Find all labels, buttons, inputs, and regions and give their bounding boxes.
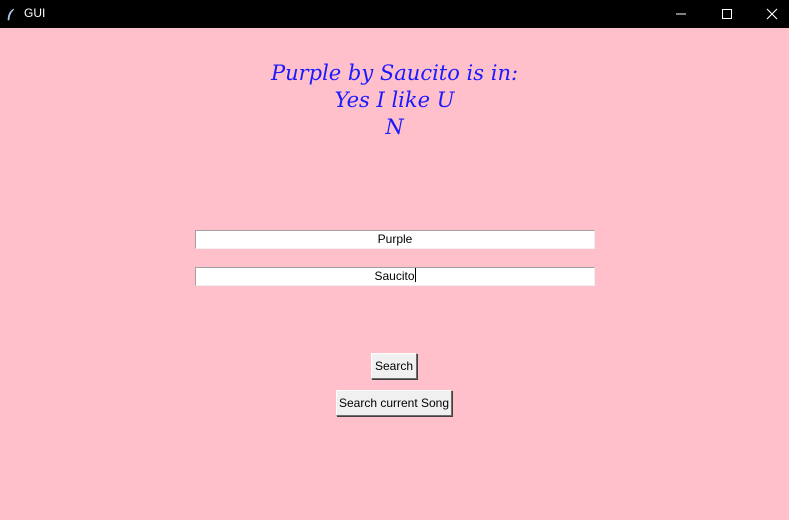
result-line-1: Purple by Saucito is in:: [270, 61, 519, 85]
maximize-icon: [721, 8, 733, 20]
result-line-2: Yes I like U: [334, 88, 455, 112]
artist-input[interactable]: Saucito: [195, 267, 595, 286]
result-label: Purple by Saucito is in: Yes I like U N: [0, 60, 789, 141]
close-button[interactable]: [749, 0, 789, 28]
song-input[interactable]: Purple: [195, 230, 595, 249]
title-bar[interactable]: GUI: [0, 0, 789, 28]
feather-icon: [6, 7, 16, 21]
close-icon: [766, 8, 778, 20]
search-current-song-button[interactable]: Search current Song: [336, 390, 452, 416]
maximize-button[interactable]: [704, 0, 750, 28]
text-caret: [414, 268, 416, 282]
artist-input-value: Saucito: [374, 269, 415, 283]
search-button[interactable]: Search: [371, 353, 417, 379]
window-title: GUI: [24, 6, 46, 20]
result-line-3: N: [385, 115, 404, 139]
minimize-icon: [675, 8, 687, 20]
minimize-button[interactable]: [658, 0, 704, 28]
song-input-value: Purple: [377, 232, 413, 246]
search-button-label: Search: [374, 359, 414, 373]
search-current-song-label: Search current Song: [338, 396, 450, 410]
